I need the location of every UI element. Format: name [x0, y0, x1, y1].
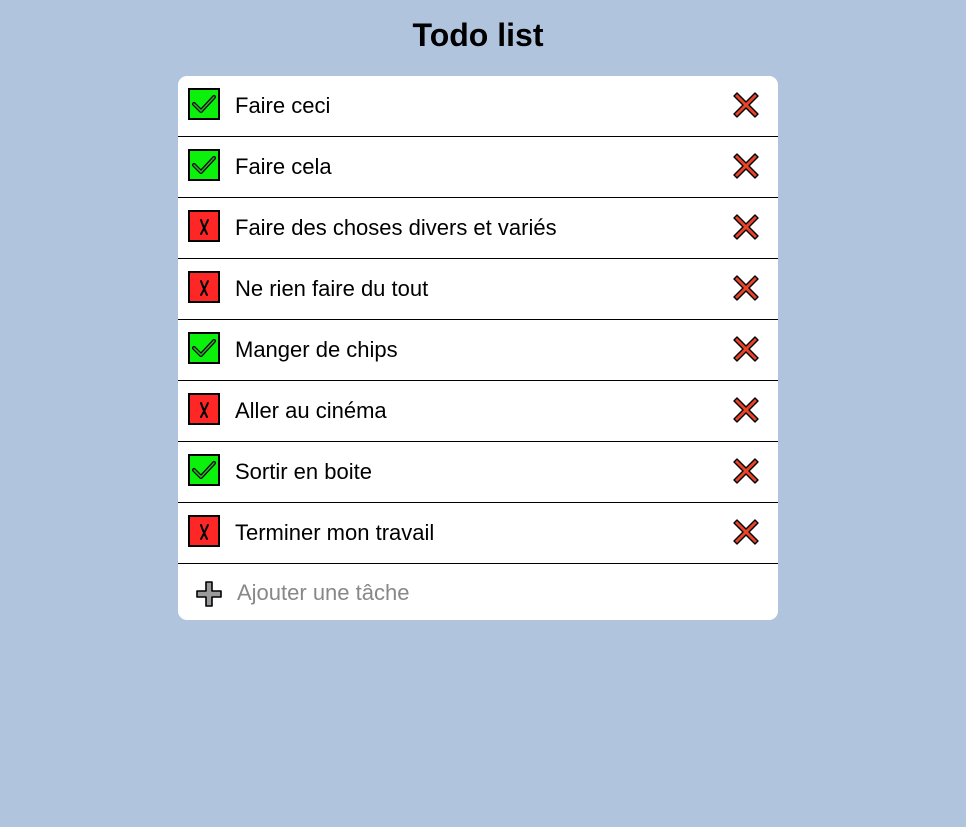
- delete-x-icon: [733, 336, 759, 362]
- delete-button[interactable]: [732, 152, 760, 180]
- delete-x-icon: [733, 275, 759, 301]
- done-toggle[interactable]: [188, 149, 220, 181]
- page-title: Todo list: [412, 17, 544, 53]
- delete-x-icon: [733, 153, 759, 179]
- todo-label: Manger de chips: [235, 337, 398, 362]
- check-icon: [192, 156, 216, 174]
- delete-x-icon: [733, 92, 759, 118]
- delete-button[interactable]: [732, 518, 760, 546]
- check-icon: [192, 339, 216, 357]
- add-task-row: [178, 564, 778, 620]
- todo-item: Faire des choses divers et variés: [178, 198, 778, 259]
- delete-button[interactable]: [732, 457, 760, 485]
- delete-button[interactable]: [732, 335, 760, 363]
- todo-toggle[interactable]: [188, 210, 220, 242]
- todo-toggle[interactable]: [188, 393, 220, 425]
- todo-label: Faire ceci: [235, 93, 331, 118]
- delete-x-icon: [733, 397, 759, 423]
- check-icon: [192, 95, 216, 113]
- cross-mark-icon: [200, 402, 209, 418]
- todo-item: Ne rien faire du tout: [178, 259, 778, 320]
- todo-item: Aller au cinéma: [178, 381, 778, 442]
- todo-toggle[interactable]: [188, 515, 220, 547]
- delete-button[interactable]: [732, 396, 760, 424]
- todo-toggle[interactable]: [188, 271, 220, 303]
- delete-x-icon: [733, 458, 759, 484]
- delete-button[interactable]: [732, 91, 760, 119]
- todo-label: Sortir en boite: [235, 459, 372, 484]
- todo-item: Faire cela: [178, 137, 778, 198]
- delete-button[interactable]: [732, 213, 760, 241]
- todo-label: Ne rien faire du tout: [235, 276, 429, 301]
- todo-label: Terminer mon travail: [235, 520, 435, 545]
- delete-x-icon: [733, 519, 759, 545]
- plus-icon[interactable]: [195, 580, 223, 608]
- todo-list: Faire ceci Faire cela Faire des choses div…: [178, 76, 778, 620]
- todo-label: Aller au cinéma: [235, 398, 387, 423]
- add-task-input[interactable]: [231, 574, 717, 612]
- cross-mark-icon: [200, 524, 209, 540]
- todo-label: Faire des choses divers et variés: [235, 215, 557, 240]
- done-toggle[interactable]: [188, 88, 220, 120]
- todo-item: Manger de chips: [178, 320, 778, 381]
- delete-button[interactable]: [732, 274, 760, 302]
- check-icon: [192, 461, 216, 479]
- done-toggle[interactable]: [188, 454, 220, 486]
- done-toggle[interactable]: [188, 332, 220, 364]
- todo-label: Faire cela: [235, 154, 332, 179]
- todo-item: Terminer mon travail: [178, 503, 778, 564]
- todo-item: Faire ceci: [178, 76, 778, 137]
- cross-mark-icon: [200, 280, 209, 296]
- delete-x-icon: [733, 214, 759, 240]
- todo-item: Sortir en boite: [178, 442, 778, 503]
- cross-mark-icon: [200, 219, 209, 235]
